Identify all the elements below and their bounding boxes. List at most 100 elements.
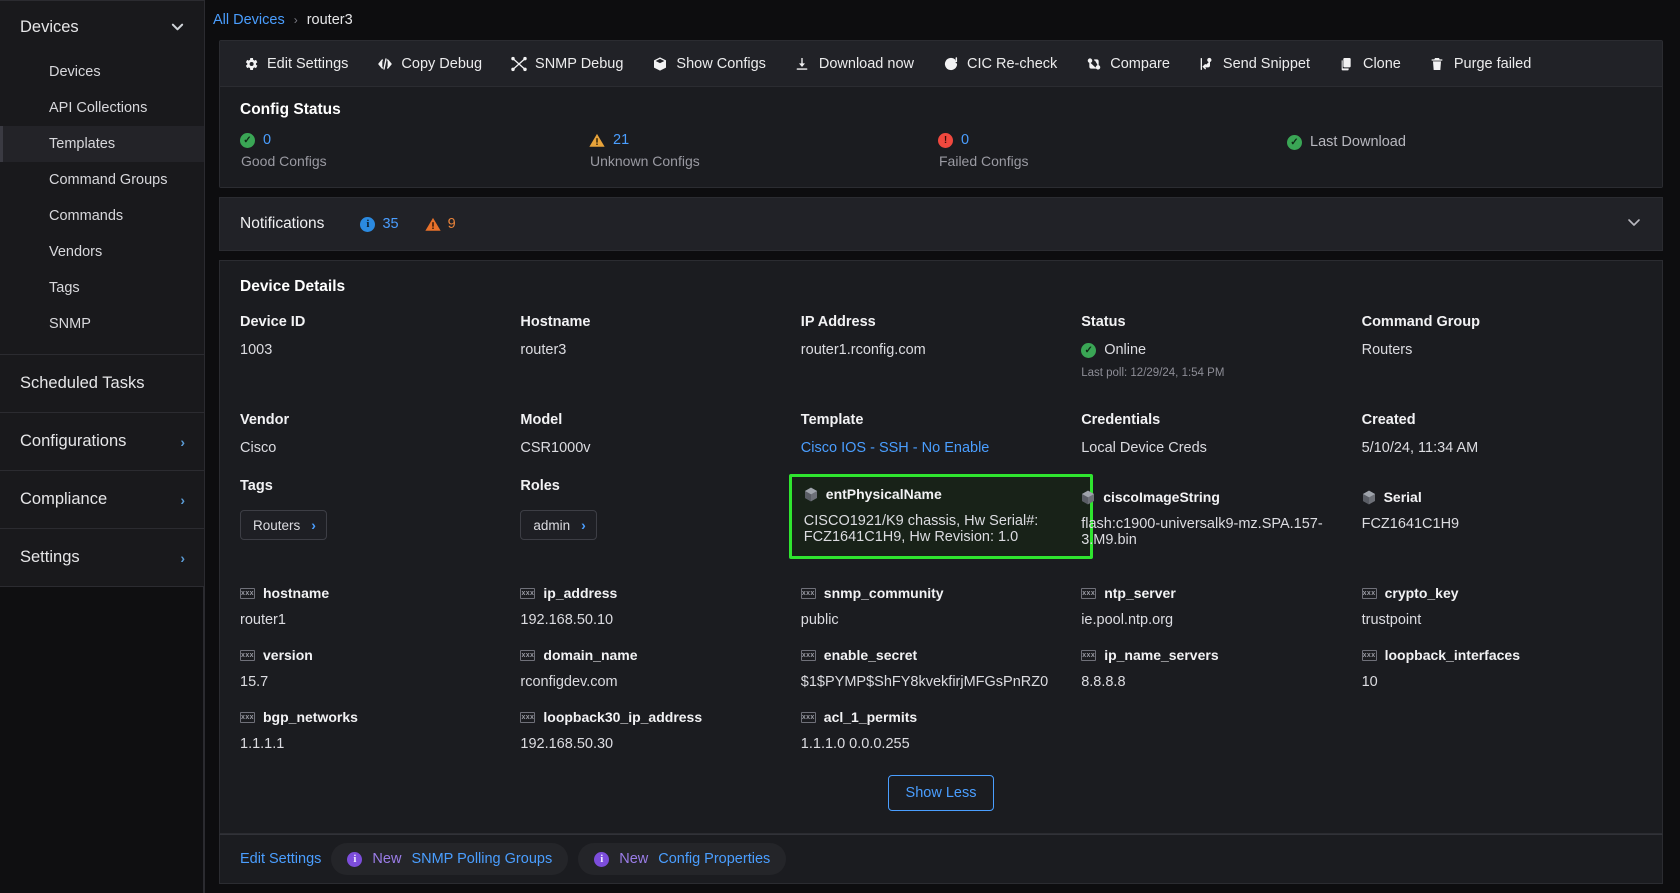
serial-wrap: Serial FCZ1641C1H9 <box>1362 480 1642 532</box>
config-status-section: Config Status ✓ 0 Good Configs 21 Unknow… <box>220 87 1662 187</box>
property-enable-secret: xxx enable_secret $1$PYMP$ShFY8kvekfirjM… <box>800 647 1081 695</box>
property-ntp-server: xxx ntp_server ie.pool.ntp.org <box>1081 585 1361 633</box>
info-icon: i <box>360 216 376 232</box>
warning-triangle-icon <box>589 133 605 148</box>
notifications-warning-chip[interactable]: 9 <box>424 216 456 232</box>
chip-label: admin <box>533 517 571 533</box>
property-label-text: bgp_networks <box>263 709 358 725</box>
sidebar-item-devices[interactable]: Devices <box>0 54 204 90</box>
property-label-text: snmp_community <box>823 585 944 601</box>
send-snippet-button[interactable]: Send Snippet <box>1184 41 1324 87</box>
notifications-bar[interactable]: Notifications i 35 9 <box>219 197 1663 251</box>
field-label: Model <box>520 412 563 428</box>
edit-settings-button[interactable]: Edit Settings <box>228 41 362 87</box>
error-circle-icon: ! <box>938 132 953 148</box>
sidebar-item-configurations[interactable]: Configurations › <box>0 413 204 470</box>
snippet-icon <box>1198 55 1215 72</box>
snmp-label: Serial <box>1362 489 1642 505</box>
snmp-label-text: entPhysicalName <box>825 486 942 502</box>
property-label-text: ip_name_servers <box>1104 647 1219 663</box>
variable-icon: xxx <box>240 649 255 661</box>
sidebar-item-templates[interactable]: Templates <box>0 126 204 162</box>
property-label: xxx acl_1_permits <box>800 709 1081 725</box>
sidebar-item-commands[interactable]: Commands <box>0 198 204 234</box>
clone-button[interactable]: Clone <box>1324 41 1415 87</box>
sidebar-item-api-collections[interactable]: API Collections <box>0 90 204 126</box>
chevron-down-icon[interactable] <box>1626 214 1642 234</box>
details-row-3: Tags Routers › Roles admin › entPhysical… <box>240 474 1642 567</box>
role-chip-admin[interactable]: admin › <box>520 510 597 540</box>
sidebar-item-settings[interactable]: Settings › <box>0 529 204 586</box>
cic-recheck-button[interactable]: CIC Re-check <box>928 41 1071 87</box>
field-value: router1.rconfig.com <box>800 342 926 358</box>
template-link[interactable]: Cisco IOS - SSH - No Enable <box>801 440 1081 456</box>
clone-label: Clone <box>1362 55 1401 72</box>
field-credentials: Credentials Local Device Creds <box>1081 412 1361 464</box>
sidebar-item-command-groups[interactable]: Command Groups <box>0 162 204 198</box>
property-loopback30-ip-address: xxx loopback30_ip_address 192.168.50.30 <box>520 709 800 757</box>
field-label: Template <box>800 412 864 428</box>
field-tags: Tags Routers › <box>240 478 520 567</box>
property-version: xxx version 15.7 <box>240 647 520 695</box>
sidebar-item-tags[interactable]: Tags <box>0 270 204 306</box>
copy-debug-button[interactable]: Copy Debug <box>362 41 496 87</box>
sidebar-item-scheduled-tasks[interactable]: Scheduled Tasks <box>0 355 204 412</box>
tag-chip-routers[interactable]: Routers › <box>240 510 327 540</box>
notifications-title: Notifications <box>240 215 325 232</box>
device-details-title: Device Details <box>240 278 346 295</box>
config-properties-row-2: xxx version 15.7 xxx domain_name rconfig… <box>240 647 1642 695</box>
good-configs-top: ✓ 0 <box>240 132 589 148</box>
variable-icon: xxx <box>1361 587 1377 599</box>
download-now-button[interactable]: Download now <box>780 41 928 87</box>
pill-label: Config Properties <box>658 851 771 867</box>
purge-failed-button[interactable]: Purge failed <box>1415 41 1545 87</box>
config-properties-row-3: xxx bgp_networks 1.1.1.1 xxx loopback30_… <box>240 709 1642 757</box>
footer-edit-settings-link[interactable]: Edit Settings <box>240 851 321 867</box>
cube-icon <box>1362 490 1376 505</box>
panel-wrapper: Edit Settings Copy Debug SNMP Debug Show… <box>205 40 1680 884</box>
trash-icon <box>1429 55 1446 72</box>
property-label: xxx bgp_networks <box>240 709 520 725</box>
chevron-right-icon: › <box>180 491 185 508</box>
field-entphysicalname: entPhysicalName CISCO1921/K9 chassis, Hw… <box>788 474 1094 567</box>
compare-button[interactable]: Compare <box>1071 41 1184 87</box>
field-label: Created <box>1361 412 1416 428</box>
main-content: All Devices › router3 Edit Settings Copy… <box>205 0 1680 893</box>
property-label: xxx version <box>240 647 520 663</box>
show-less-button[interactable]: Show Less <box>887 775 995 811</box>
property-label: xxx crypto_key <box>1361 585 1642 601</box>
property-value: 192.168.50.30 <box>520 736 614 752</box>
variable-icon: xxx <box>240 711 255 723</box>
sidebar-item-compliance[interactable]: Compliance › <box>0 471 204 528</box>
sidebar-group-label: Devices <box>20 18 79 36</box>
compare-label: Compare <box>1110 55 1170 72</box>
snmp-debug-label: SNMP Debug <box>535 55 624 72</box>
sidebar-item-vendors[interactable]: Vendors <box>0 234 204 270</box>
field-label: Credentials <box>1081 412 1161 428</box>
snmp-polling-groups-pill[interactable]: i New SNMP Polling Groups <box>331 843 569 875</box>
breadcrumb-all-devices[interactable]: All Devices <box>213 12 285 28</box>
sidebar-group-devices[interactable]: Devices <box>0 1 204 54</box>
notifications-info-chip[interactable]: i 35 <box>360 216 399 232</box>
property-label-text: domain_name <box>543 647 638 663</box>
chip-label: Routers <box>253 517 301 533</box>
config-properties-pill[interactable]: i New Config Properties <box>578 843 787 875</box>
app-root: Devices Devices API Collections Template… <box>0 0 1680 893</box>
code-icon <box>376 55 393 72</box>
good-configs-label: Good Configs <box>241 153 327 169</box>
field-roles: Roles admin › <box>520 478 800 567</box>
snmp-debug-button[interactable]: SNMP Debug <box>496 41 637 87</box>
details-row-1: Device ID 1003 Hostname router3 IP Addre… <box>240 314 1642 387</box>
property-crypto-key: xxx crypto_key trustpoint <box>1361 585 1642 633</box>
property-label: xxx hostname <box>240 585 520 601</box>
sidebar-filler <box>0 587 204 893</box>
variable-icon: xxx <box>520 587 536 599</box>
field-label: Device ID <box>240 314 306 330</box>
property-ip-address: xxx ip_address 192.168.50.10 <box>520 585 800 633</box>
sidebar-item-snmp[interactable]: SNMP <box>0 306 204 342</box>
property-label: xxx enable_secret <box>800 647 1081 663</box>
refresh-icon <box>942 55 959 72</box>
show-configs-button[interactable]: Show Configs <box>637 41 779 87</box>
property-empty-1 <box>1081 709 1361 757</box>
